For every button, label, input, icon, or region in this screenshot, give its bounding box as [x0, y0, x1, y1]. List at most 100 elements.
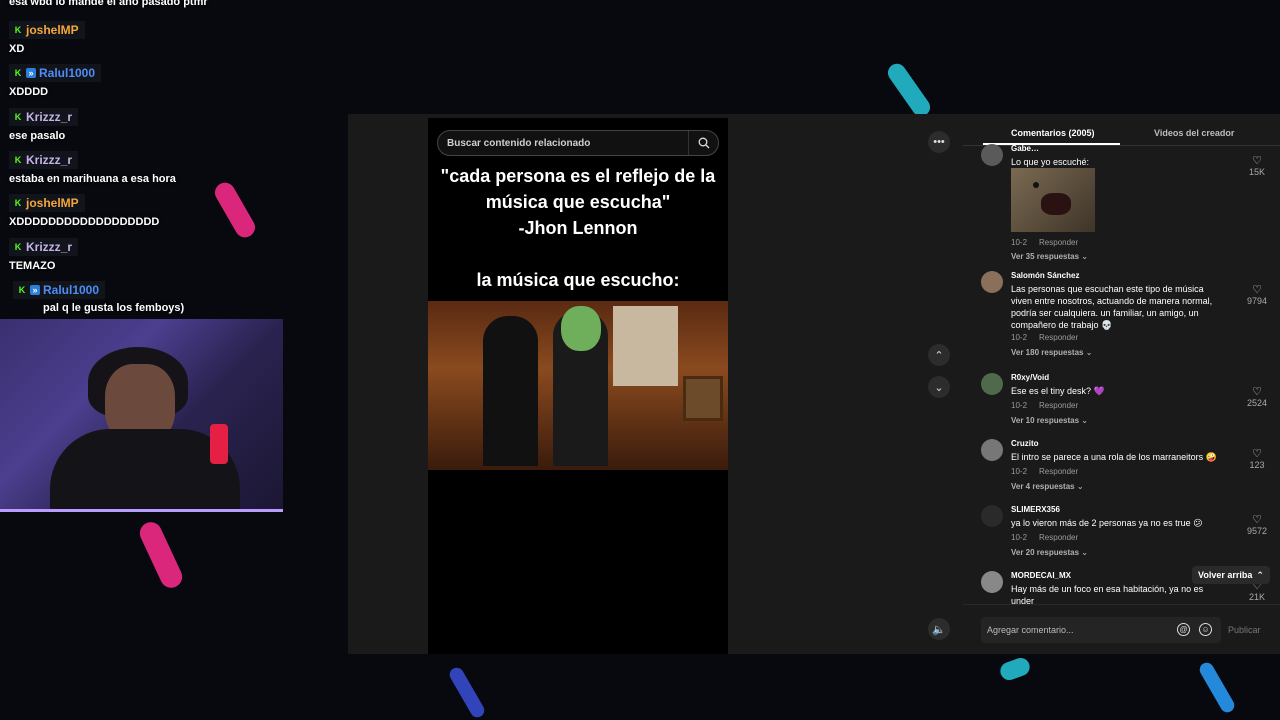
video-player[interactable]: Buscar contenido relacionado "cada perso…	[428, 118, 728, 654]
publish-button[interactable]: Publicar	[1228, 625, 1261, 635]
chat-user-tag: KjoshelMP	[9, 194, 85, 212]
avatar[interactable]	[981, 271, 1003, 293]
chat-message: KjoshelMP XDDDDDDDDDDDDDDDDDD	[9, 193, 159, 228]
bg-streak	[997, 655, 1033, 683]
comment-text: Las personas que escuchan este tipo de m…	[1011, 284, 1213, 330]
avatar[interactable]	[981, 439, 1003, 461]
chat-user-tag: K Krizzz_r	[9, 108, 79, 126]
bg-streak	[136, 518, 186, 592]
like-button[interactable]: ♡ 2524	[1243, 385, 1271, 408]
chat-message-text: XDDDDDDDDDDDDDDDDDD	[9, 216, 160, 228]
chevron-down-icon: ⌄	[1081, 416, 1088, 425]
view-replies-button[interactable]: Ver 35 respuestas ⌄	[1011, 252, 1088, 261]
kick-badge-icon: K	[18, 285, 26, 295]
reply-button[interactable]: Responder	[1039, 467, 1078, 476]
microphone	[210, 424, 228, 464]
reply-button[interactable]: Responder	[1039, 238, 1078, 247]
like-count: 9794	[1246, 296, 1268, 306]
kick-badge-icon: K	[14, 242, 22, 252]
comment-username[interactable]: SLIMERX356	[1011, 505, 1060, 514]
emoji-icon[interactable]: ☺	[1199, 623, 1212, 636]
comment-date: 10-2	[1011, 238, 1028, 247]
kick-badge-icon: K	[14, 25, 22, 35]
mention-icon[interactable]: @	[1177, 623, 1190, 636]
avatar[interactable]	[981, 373, 1003, 395]
like-button[interactable]: ♡ 123	[1243, 447, 1271, 470]
comment-date: 10-2	[1011, 401, 1028, 410]
like-button[interactable]: ♡ 9794	[1243, 283, 1271, 306]
arrow-up-icon: ⌃	[1256, 569, 1264, 580]
avatar[interactable]	[981, 571, 1003, 593]
kick-badge-icon: K	[14, 155, 22, 165]
comment-username[interactable]: Cruzito	[1011, 439, 1039, 448]
sub-badge-icon: »	[30, 285, 40, 295]
search-icon	[698, 137, 709, 149]
view-replies-button[interactable]: Ver 10 respuestas ⌄	[1011, 416, 1088, 425]
comment-meta: 10-2 Responder	[1011, 401, 1078, 410]
back-to-top-button[interactable]: Volver arriba ⌃	[1192, 566, 1270, 584]
chat-user-tag: K Krizzz_r	[9, 238, 79, 256]
chat-user-tag: KjoshelMP	[9, 21, 85, 39]
view-replies-button[interactable]: Ver 4 respuestas ⌄	[1011, 482, 1084, 491]
chat-message: K Krizzz_r TEMAZO	[9, 237, 79, 272]
chevron-up-icon: ⌃	[934, 349, 944, 362]
next-video-button[interactable]: ⌄	[928, 376, 950, 398]
comment-meta: 10-2 Responder	[1011, 467, 1078, 476]
chevron-down-icon: ⌄	[1081, 252, 1088, 261]
like-count: 123	[1249, 460, 1265, 470]
chat-username: Ralul1000	[43, 283, 100, 297]
like-count: 21K	[1248, 592, 1265, 602]
comment-text: El intro se parece a una rola de los mar…	[1011, 452, 1217, 462]
view-replies-button[interactable]: Ver 180 respuestas ⌄	[1011, 348, 1092, 357]
reply-button[interactable]: Responder	[1039, 333, 1078, 342]
chat-message: K » Ralul1000 XDDDD	[9, 63, 102, 98]
view-replies-button[interactable]: Ver 20 respuestas ⌄	[1011, 548, 1088, 557]
chevron-down-icon: ⌄	[1081, 548, 1088, 557]
heart-icon: ♡	[1252, 155, 1262, 167]
search-button[interactable]	[688, 131, 718, 155]
comment-username[interactable]: Gabe…	[1011, 144, 1039, 153]
chat-message-text: esa wbd lo mande el año pasado ptmr	[9, 0, 208, 8]
avatar[interactable]	[981, 144, 1003, 166]
heart-icon: ♡	[1252, 284, 1262, 296]
chat-username: Krizzz_r	[26, 240, 73, 254]
like-count: 2524	[1246, 398, 1268, 408]
add-comment-input[interactable]: Agregar comentario... @ ☺	[981, 617, 1221, 643]
avatar[interactable]	[981, 505, 1003, 527]
heart-icon: ♡	[1252, 386, 1262, 398]
comment-image[interactable]	[1011, 168, 1095, 232]
comment-date: 10-2	[1011, 467, 1028, 476]
heart-icon: ♡	[1252, 514, 1262, 526]
more-options-button[interactable]: •••	[928, 131, 950, 153]
chat-username: Krizzz_r	[26, 153, 73, 167]
comment-username[interactable]: MORDECAI_MX	[1011, 571, 1071, 580]
like-button[interactable]: ♡ 15K	[1243, 154, 1271, 177]
chat-message-text: TEMAZO	[9, 260, 56, 272]
reply-button[interactable]: Responder	[1039, 401, 1078, 410]
comment-composer: Agregar comentario... @ ☺ Publicar	[963, 604, 1280, 654]
chat-message-text: pal q le gusta los femboys)	[43, 302, 185, 314]
chat-message-text: ese pasalo	[9, 130, 66, 142]
previous-video-button[interactable]: ⌃	[928, 344, 950, 366]
comment-text: Lo que yo escuché:	[1011, 157, 1090, 167]
like-button[interactable]: ♡ 9572	[1243, 513, 1271, 536]
chat-username: joshelMP	[26, 196, 79, 210]
comment-meta: 10-2 Responder	[1011, 238, 1078, 247]
chat-username: Ralul1000	[39, 66, 96, 80]
chat-user-tag: K » Ralul1000	[9, 64, 102, 82]
chat-message: K Krizzz_r estaba en marihuana a esa hora	[9, 150, 176, 185]
bg-streak	[211, 179, 259, 241]
bg-streak	[1197, 660, 1237, 715]
volume-button[interactable]: 🔈	[928, 618, 950, 640]
comment-text: Hay más de un foco en esa habitación, ya…	[1011, 584, 1204, 604]
chevron-down-icon: ⌄	[1085, 348, 1093, 357]
chat-user-tag: K » Ralul1000	[13, 281, 106, 299]
comment-username[interactable]: R0xy/Void	[1011, 373, 1049, 382]
volume-icon: 🔈	[932, 623, 946, 636]
related-search-input[interactable]: Buscar contenido relacionado	[437, 130, 719, 156]
chevron-down-icon: ⌄	[1076, 482, 1084, 491]
comment-username[interactable]: Salomón Sánchez	[1011, 271, 1079, 280]
reply-button[interactable]: Responder	[1039, 533, 1078, 542]
like-count: 9572	[1246, 526, 1268, 536]
chat-message-text: XDDDD	[9, 86, 49, 98]
